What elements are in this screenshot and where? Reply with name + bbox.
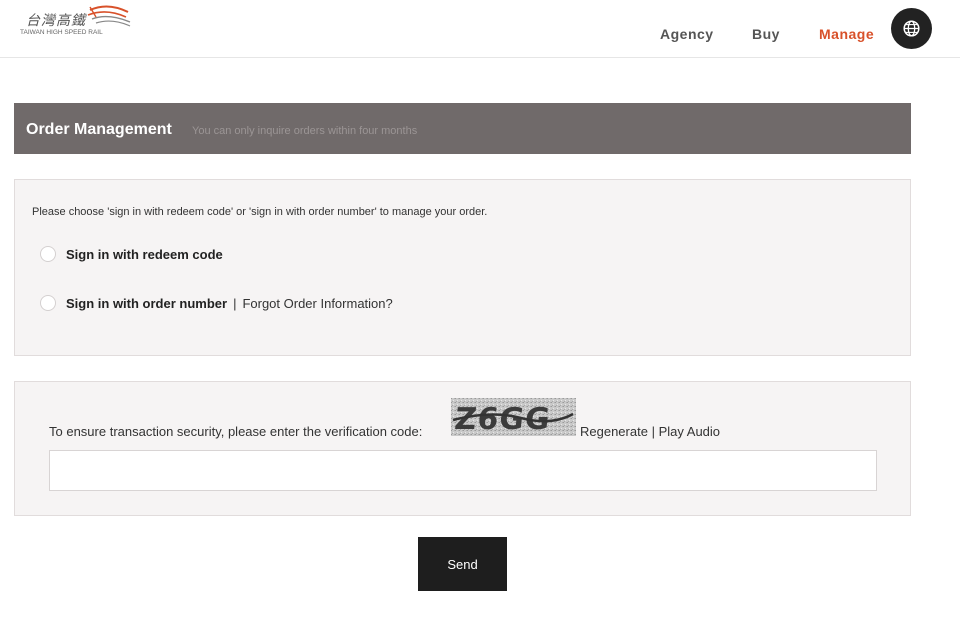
nav-agency[interactable]: Agency [660,26,714,42]
redeem-code-radio[interactable] [40,246,56,262]
verification-prompt: To ensure transaction security, please e… [49,424,423,439]
captcha-characters: Z6GG [453,402,553,436]
logo-wing-icon [87,5,131,27]
language-button[interactable] [891,8,932,49]
sign-in-method-panel: Please choose 'sign in with redeem code'… [14,179,911,356]
play-audio-link[interactable]: Play Audio [659,424,720,439]
order-number-option[interactable]: Sign in with order number | Forgot Order… [40,293,393,313]
option-separator: | [233,295,237,311]
thsr-logo[interactable]: 台灣高鐵 TAIWAN HIGH SPEED RAIL [20,4,140,44]
logo-chinese-text: 台灣高鐵 [26,13,86,29]
verification-panel: To ensure transaction security, please e… [14,381,911,516]
redeem-code-label: Sign in with redeem code [66,246,223,262]
captcha-separator: | [651,424,655,439]
verification-code-input[interactable] [49,450,877,491]
order-management-title-bar: Order Management You can only inquire or… [14,103,911,154]
regenerate-link[interactable]: Regenerate [580,424,648,439]
page-title: Order Management [26,121,172,138]
nav-manage[interactable]: Manage [819,26,874,42]
page-subtitle: You can only inquire orders within four … [192,125,418,137]
forgot-order-info-link[interactable]: Forgot Order Information? [242,296,392,311]
nav-buy[interactable]: Buy [752,26,780,42]
globe-icon [903,20,920,37]
send-button[interactable]: Send [418,537,507,591]
redeem-code-option[interactable]: Sign in with redeem code [40,244,223,264]
logo-english-text: TAIWAN HIGH SPEED RAIL [20,29,103,36]
sign-in-instruction: Please choose 'sign in with redeem code'… [32,206,488,218]
captcha-actions: Regenerate | Play Audio [580,424,720,439]
captcha-image[interactable]: Z6GG [451,398,576,436]
site-header: 台灣高鐵 TAIWAN HIGH SPEED RAIL Agency Buy M… [0,0,960,58]
order-number-label: Sign in with order number [66,295,228,311]
order-number-radio[interactable] [40,295,56,311]
